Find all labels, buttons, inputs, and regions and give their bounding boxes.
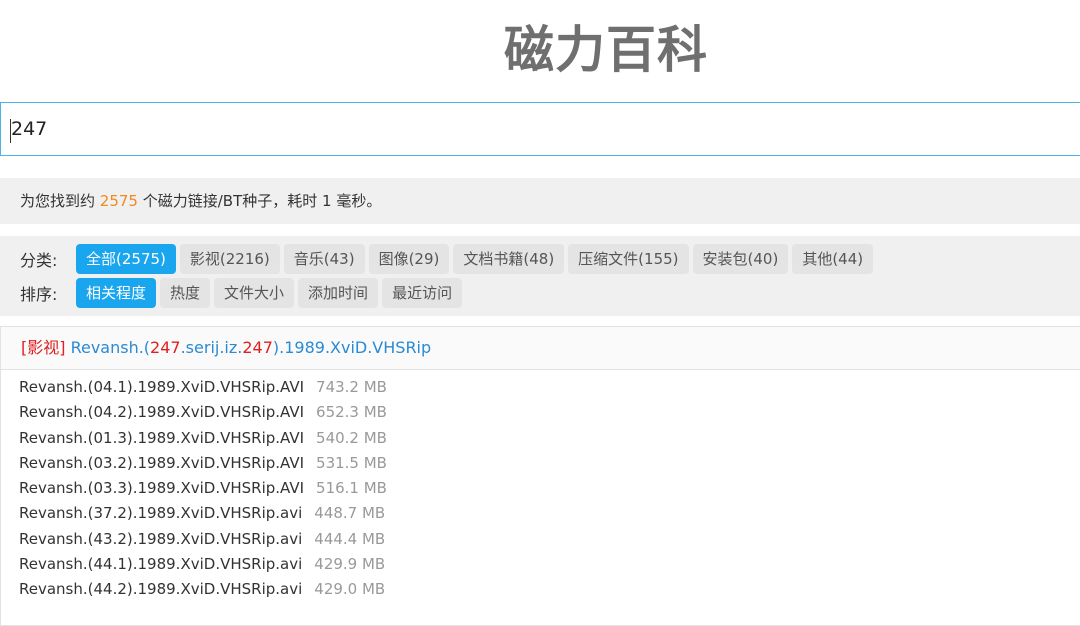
- summary-prefix: 为您找到约: [20, 192, 100, 210]
- sort-chip-size[interactable]: 文件大小: [214, 278, 295, 308]
- category-chip-video[interactable]: 影视(2216): [179, 244, 280, 274]
- file-name: Revansh.(44.1).1989.XviD.VHSRip.avi: [19, 555, 303, 574]
- file-row: Revansh.(43.2).1989.XviD.VHSRip.avi 444.4…: [1, 527, 1080, 552]
- file-row: Revansh.(04.1).1989.XviD.VHSRip.AVI 743.2…: [1, 375, 1080, 400]
- result-count: 2575: [99, 192, 138, 210]
- file-size: 444.4 MB: [314, 529, 386, 548]
- file-size: 429.0 MB: [314, 580, 386, 599]
- file-name: Revansh.(03.3).1989.XviD.VHSRip.AVI: [19, 479, 305, 498]
- search-input[interactable]: [9, 103, 1073, 155]
- title-part: .serij.iz.: [180, 338, 243, 357]
- title-highlight: 247: [150, 338, 181, 357]
- file-row: Revansh.(03.3).1989.XviD.VHSRip.AVI 516.1…: [1, 476, 1080, 501]
- file-name: Revansh.(37.2).1989.XviD.VHSRip.avi: [19, 504, 303, 523]
- category-chip-installers[interactable]: 安装包(40): [692, 244, 789, 274]
- search-box[interactable]: [0, 102, 1080, 156]
- file-size: 652.3 MB: [316, 403, 387, 422]
- title-highlight: 247: [242, 338, 273, 357]
- file-row: Revansh.(37.2).1989.XviD.VHSRip.avi 448.7…: [1, 501, 1080, 526]
- result-summary: 为您找到约 2575 个磁力链接/BT种子，耗时 1 毫秒。: [0, 178, 1080, 224]
- file-name: Revansh.(03.2).1989.XviD.VHSRip.AVI: [19, 453, 305, 472]
- category-chip-documents[interactable]: 文档书籍(48): [453, 244, 565, 274]
- sort-chip-recent-access[interactable]: 最近访问: [382, 278, 463, 308]
- sort-chip-relevance[interactable]: 相关程度: [76, 278, 157, 308]
- category-chip-all[interactable]: 全部(2575): [76, 244, 176, 274]
- category-chip-music[interactable]: 音乐(43): [283, 244, 365, 274]
- category-chip-other[interactable]: 其他(44): [792, 244, 874, 274]
- result-card: [影视] Revansh.(247.serij.iz.247).1989.Xvi…: [0, 326, 1080, 626]
- filter-panel: 分类: 全部(2575) 影视(2216) 音乐(43) 图像(29) 文档书籍…: [0, 236, 1080, 316]
- file-row: Revansh.(44.1).1989.XviD.VHSRip.avi 429.9…: [1, 552, 1080, 577]
- result-title-link[interactable]: Revansh.(247.serij.iz.247).1989.XviD.VHS…: [66, 338, 432, 357]
- sort-label: 排序:: [20, 285, 58, 304]
- sort-chip-added-time[interactable]: 添加时间: [298, 278, 379, 308]
- category-label: 分类:: [20, 251, 58, 270]
- file-name: Revansh.(43.2).1989.XviD.VHSRip.avi: [19, 529, 303, 548]
- category-chip-archives[interactable]: 压缩文件(155): [568, 244, 689, 274]
- file-size: 531.5 MB: [316, 453, 387, 472]
- title-part: ).1989.XviD.VHSRip: [272, 338, 432, 357]
- file-size: 448.7 MB: [314, 504, 386, 523]
- file-list: Revansh.(04.1).1989.XviD.VHSRip.AVI 743.2…: [1, 370, 1080, 603]
- file-name: Revansh.(04.1).1989.XviD.VHSRip.AVI: [19, 378, 305, 396]
- file-size: 516.1 MB: [316, 479, 387, 498]
- site-logo[interactable]: 磁力百科: [0, 18, 1080, 82]
- category-filter-row: 分类: 全部(2575) 影视(2216) 音乐(43) 图像(29) 文档书籍…: [20, 244, 877, 274]
- sort-chip-popularity[interactable]: 热度: [160, 278, 211, 308]
- file-name: Revansh.(44.2).1989.XviD.VHSRip.avi: [19, 580, 303, 599]
- file-name: Revansh.(01.3).1989.XviD.VHSRip.AVI: [19, 428, 305, 447]
- file-row: Revansh.(44.2).1989.XviD.VHSRip.avi 429.0…: [1, 577, 1080, 602]
- file-size: 429.9 MB: [314, 555, 386, 574]
- summary-suffix: 个磁力链接/BT种子，耗时 1 毫秒。: [137, 192, 382, 210]
- title-part: Revansh.(: [65, 338, 151, 357]
- result-category-tag: [影视]: [21, 338, 66, 357]
- sort-filter-row: 排序: 相关程度 热度 文件大小 添加时间 最近访问: [20, 278, 466, 308]
- category-chip-image[interactable]: 图像(29): [368, 244, 450, 274]
- file-name: Revansh.(04.2).1989.XviD.VHSRip.AVI: [19, 403, 305, 422]
- file-size: 540.2 MB: [316, 428, 387, 447]
- file-size: 743.2 MB: [316, 378, 387, 396]
- result-title: [影视] Revansh.(247.serij.iz.247).1989.Xvi…: [1, 327, 1080, 370]
- file-row: Revansh.(04.2).1989.XviD.VHSRip.AVI 652.3…: [1, 400, 1080, 425]
- file-row: Revansh.(01.3).1989.XviD.VHSRip.AVI 540.2…: [1, 426, 1080, 451]
- file-row: Revansh.(03.2).1989.XviD.VHSRip.AVI 531.5…: [1, 451, 1080, 476]
